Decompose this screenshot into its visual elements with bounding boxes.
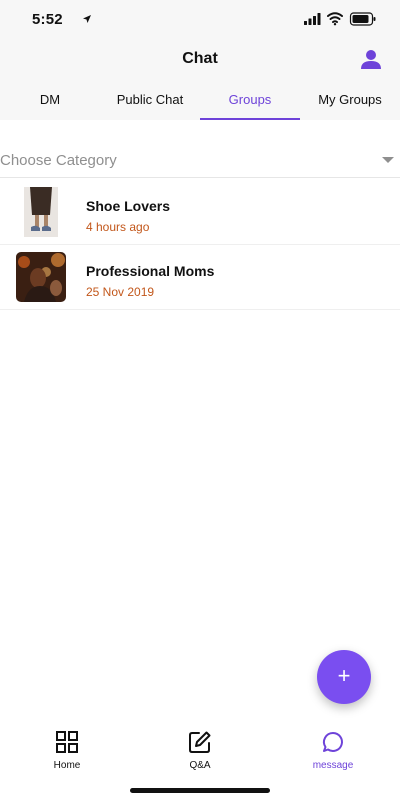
nav-label-message: message — [312, 760, 354, 771]
home-indicator — [130, 788, 270, 793]
tab-my-groups[interactable]: My Groups — [300, 92, 400, 107]
group-avatar-professional-moms — [16, 252, 66, 302]
category-dropdown[interactable]: Choose Category — [0, 140, 400, 178]
group-list-item[interactable]: Shoe Lovers 4 hours ago — [0, 180, 400, 245]
active-tab-indicator — [200, 118, 300, 120]
group-name: Professional Moms — [86, 263, 215, 279]
nav-label-qa: Q&A — [189, 760, 211, 771]
tab-groups[interactable]: Groups — [200, 92, 300, 107]
app-header: Chat DM Public Chat Groups My Groups — [0, 40, 400, 120]
battery-icon — [349, 12, 376, 26]
nav-item-message[interactable]: message — [293, 730, 373, 778]
add-group-button[interactable]: + — [317, 650, 371, 704]
wifi-icon — [327, 12, 343, 26]
status-bar: 5:52 — [0, 0, 400, 40]
status-icons — [304, 12, 376, 26]
profile-icon[interactable] — [360, 48, 382, 70]
tab-public-chat[interactable]: Public Chat — [100, 92, 200, 107]
group-avatar-shoe-lovers — [16, 187, 66, 237]
caret-down-icon — [382, 157, 394, 163]
category-placeholder: Choose Category — [0, 152, 117, 169]
location-arrow-icon — [83, 15, 91, 23]
nav-item-home[interactable]: Home — [27, 730, 107, 778]
nav-label-home: Home — [53, 760, 81, 771]
tab-dm[interactable]: DM — [0, 92, 100, 107]
chat-bubble-icon — [322, 731, 343, 752]
edit-icon — [189, 731, 211, 753]
group-list-item[interactable]: Professional Moms 25 Nov 2019 — [0, 245, 400, 310]
nav-item-qa[interactable]: Q&A — [160, 730, 240, 778]
cellular-signal-icon — [304, 13, 321, 25]
group-timestamp: 25 Nov 2019 — [86, 285, 155, 299]
status-time: 5:52 — [32, 11, 63, 28]
bottom-nav: Home Q&A message — [0, 724, 400, 780]
chat-tabs: DM Public Chat Groups My Groups — [0, 80, 400, 120]
page-title: Chat — [182, 50, 218, 67]
plus-icon: + — [337, 663, 351, 688]
group-timestamp: 4 hours ago — [86, 220, 150, 234]
grid-icon — [56, 731, 78, 753]
group-name: Shoe Lovers — [86, 198, 171, 214]
